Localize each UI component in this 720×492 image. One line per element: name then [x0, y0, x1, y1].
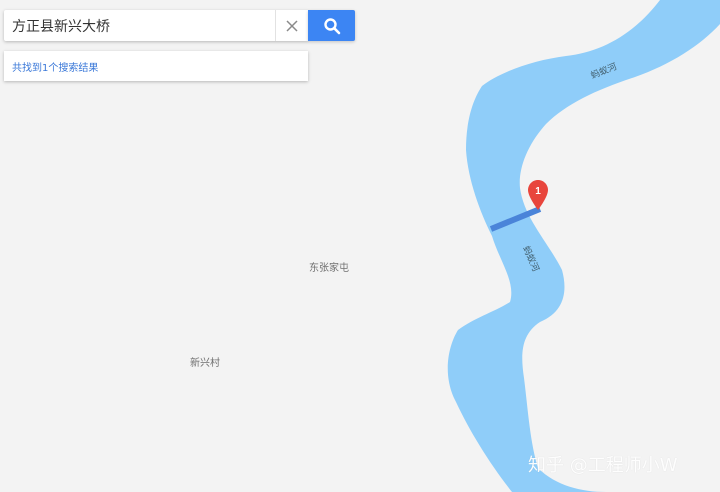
watermark: 知乎 @工程师小W	[528, 455, 678, 476]
result-marker[interactable]: 1	[528, 180, 548, 210]
search-input[interactable]	[4, 10, 272, 41]
place-label-dongzhangjiatun: 东张家屯	[309, 263, 349, 274]
marker-number: 1	[535, 186, 541, 197]
result-summary-link[interactable]: 共找到1个搜索结果	[4, 59, 98, 74]
river-area	[447, 0, 720, 492]
close-icon	[286, 19, 298, 32]
result-panel: 共找到1个搜索结果	[4, 51, 308, 81]
search-button[interactable]	[308, 10, 355, 41]
place-label-xinxingcun: 新兴村	[190, 358, 220, 369]
clear-button[interactable]	[275, 10, 308, 41]
search-box	[4, 10, 308, 41]
search-icon	[323, 17, 340, 34]
